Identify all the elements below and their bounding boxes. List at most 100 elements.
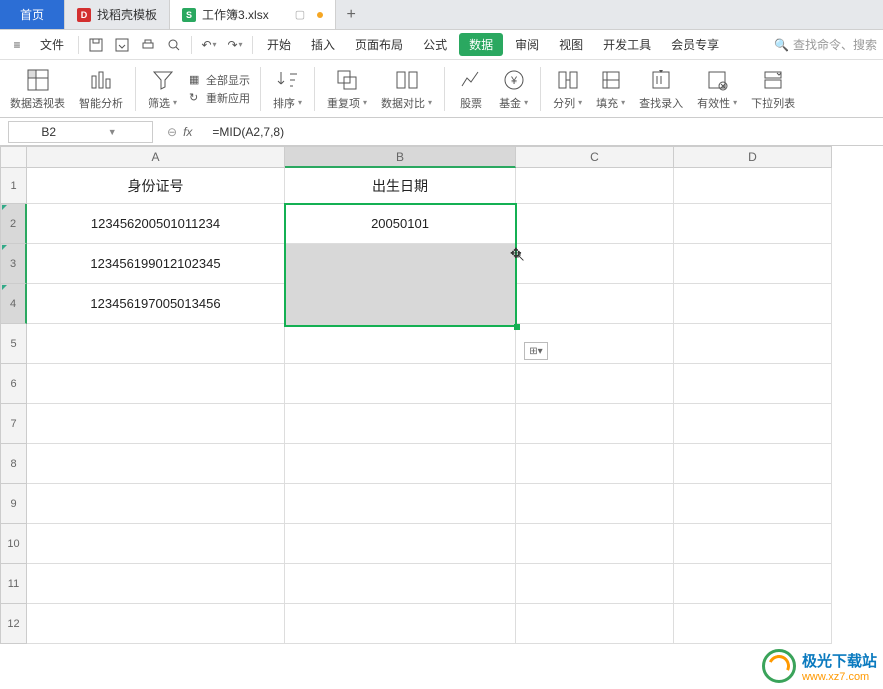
row-header-7[interactable]: 7 — [0, 404, 27, 444]
row-header-10[interactable]: 10 — [0, 524, 27, 564]
cell-A9[interactable] — [27, 484, 285, 524]
menu-data[interactable]: 数据 — [459, 33, 503, 56]
fx-icon[interactable]: fx — [183, 125, 192, 139]
cell-A7[interactable] — [27, 404, 285, 444]
cell-C12[interactable] — [516, 604, 674, 644]
cell-D6[interactable] — [674, 364, 832, 404]
app-menu-icon[interactable]: ≡ — [6, 34, 28, 56]
cell-D4[interactable] — [674, 284, 832, 324]
cell-A4[interactable]: 123456197005013456 — [27, 284, 285, 324]
name-box-dropdown-icon[interactable]: ▼ — [81, 127, 145, 137]
stock-button[interactable]: 股票 — [451, 65, 491, 113]
cell-D12[interactable] — [674, 604, 832, 644]
row-header-9[interactable]: 9 — [0, 484, 27, 524]
data-compare-button[interactable]: 数据对比 — [375, 65, 438, 113]
row-header-12[interactable]: 12 — [0, 604, 27, 644]
autofill-options-button[interactable]: ⊞▾ — [524, 342, 548, 360]
tab-home[interactable]: 首页 — [0, 0, 65, 29]
cell-C2[interactable] — [516, 204, 674, 244]
row-header-6[interactable]: 6 — [0, 364, 27, 404]
cell-D10[interactable] — [674, 524, 832, 564]
cell-D2[interactable] — [674, 204, 832, 244]
col-header-C[interactable]: C — [516, 146, 674, 168]
cell-B7[interactable] — [285, 404, 516, 444]
tab-workbook[interactable]: S 工作簿3.xlsx ▢ — [170, 0, 336, 29]
cell-B1[interactable]: 出生日期 — [285, 168, 516, 204]
save-icon[interactable] — [85, 34, 107, 56]
name-box[interactable]: B2 ▼ — [8, 121, 153, 143]
lookup-entry-button[interactable]: 查找录入 — [633, 65, 689, 113]
cell-B6[interactable] — [285, 364, 516, 404]
formula-input[interactable]: =MID(A2,7,8) — [206, 125, 883, 139]
cell-C3[interactable] — [516, 244, 674, 284]
cell-D8[interactable] — [674, 444, 832, 484]
row-header-11[interactable]: 11 — [0, 564, 27, 604]
fill-button[interactable]: 填充 — [590, 65, 631, 113]
cell-C7[interactable] — [516, 404, 674, 444]
menu-member[interactable]: 会员专享 — [663, 32, 727, 57]
print-preview-icon[interactable] — [163, 34, 185, 56]
cell-B3[interactable]: 19901210 — [285, 244, 516, 284]
cell-A5[interactable] — [27, 324, 285, 364]
fund-button[interactable]: ¥ 基金 — [493, 65, 534, 113]
menu-start[interactable]: 开始 — [259, 32, 299, 57]
smart-analysis-button[interactable]: 智能分析 — [73, 65, 129, 113]
menu-file[interactable]: 文件 — [32, 32, 72, 57]
cell-A6[interactable] — [27, 364, 285, 404]
cell-A12[interactable] — [27, 604, 285, 644]
cell-B12[interactable] — [285, 604, 516, 644]
tab-template[interactable]: D 找稻壳模板 — [65, 0, 170, 29]
row-header-3[interactable]: 3 — [0, 244, 27, 284]
cell-C11[interactable] — [516, 564, 674, 604]
validation-button[interactable]: 有效性 — [691, 65, 743, 113]
cell-B5[interactable] — [285, 324, 516, 364]
dropdown-list-button[interactable]: 下拉列表 — [745, 65, 801, 113]
cell-B8[interactable] — [285, 444, 516, 484]
col-header-D[interactable]: D — [674, 146, 832, 168]
undo-icon[interactable]: ↶ — [198, 34, 220, 56]
duplicates-button[interactable]: 重复项 — [321, 65, 373, 113]
col-header-A[interactable]: A — [27, 146, 285, 168]
row-header-8[interactable]: 8 — [0, 444, 27, 484]
row-header-1[interactable]: 1 — [0, 168, 27, 204]
cell-A8[interactable] — [27, 444, 285, 484]
cell-A2[interactable]: 123456200501011234 — [27, 204, 285, 244]
cell-D3[interactable] — [674, 244, 832, 284]
col-header-B[interactable]: B — [285, 146, 516, 168]
sort-button[interactable]: 排序 — [267, 65, 308, 113]
row-header-5[interactable]: 5 — [0, 324, 27, 364]
filter-button[interactable]: 筛选 — [142, 65, 183, 113]
cell-C4[interactable] — [516, 284, 674, 324]
cell-C8[interactable] — [516, 444, 674, 484]
cell-A3[interactable]: 123456199012102345 — [27, 244, 285, 284]
menu-insert[interactable]: 插入 — [303, 32, 343, 57]
pivot-table-button[interactable]: 数据透视表 — [4, 65, 71, 113]
cell-D1[interactable] — [674, 168, 832, 204]
cell-D9[interactable] — [674, 484, 832, 524]
cell-B4[interactable]: 19700501 — [285, 284, 516, 324]
menu-review[interactable]: 审阅 — [507, 32, 547, 57]
print-icon[interactable] — [137, 34, 159, 56]
new-tab-button[interactable]: + — [336, 0, 366, 29]
fill-handle[interactable] — [514, 324, 520, 330]
spreadsheet-grid[interactable]: A B C D ⊞▾ ✥↖ 1 身份证号 出生日期 2 123456200501… — [0, 146, 883, 644]
menu-dev-tools[interactable]: 开发工具 — [595, 32, 659, 57]
cell-A11[interactable] — [27, 564, 285, 604]
split-column-button[interactable]: 分列 — [547, 65, 588, 113]
cell-D5[interactable] — [674, 324, 832, 364]
cell-D11[interactable] — [674, 564, 832, 604]
cell-D7[interactable] — [674, 404, 832, 444]
cell-C1[interactable] — [516, 168, 674, 204]
menu-page-layout[interactable]: 页面布局 — [347, 32, 411, 57]
cell-C6[interactable] — [516, 364, 674, 404]
redo-icon[interactable]: ↷ — [224, 34, 246, 56]
cell-C9[interactable] — [516, 484, 674, 524]
cell-A1[interactable]: 身份证号 — [27, 168, 285, 204]
cell-B9[interactable] — [285, 484, 516, 524]
select-all-corner[interactable] — [0, 146, 27, 168]
reapply-link[interactable]: ↻重新应用 — [189, 90, 250, 106]
cell-B10[interactable] — [285, 524, 516, 564]
save-as-icon[interactable] — [111, 34, 133, 56]
show-all-link[interactable]: ▦全部显示 — [189, 72, 250, 88]
row-header-2[interactable]: 2 — [0, 204, 27, 244]
